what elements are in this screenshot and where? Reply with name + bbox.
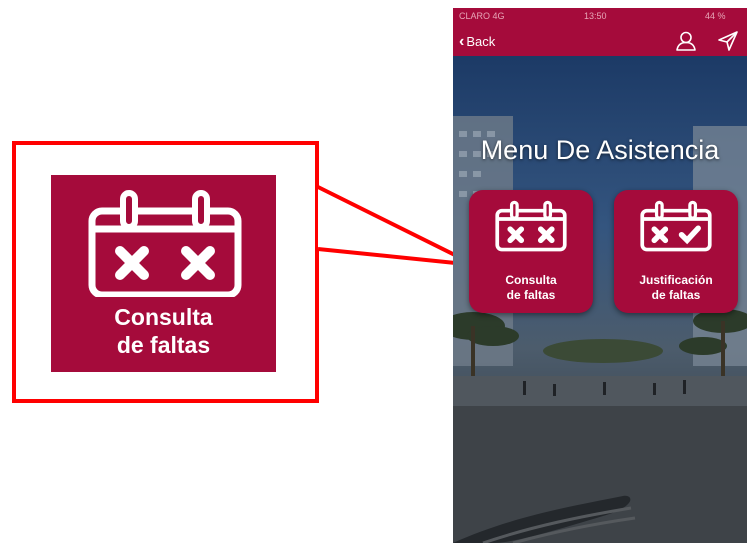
tile-label-line1: Justificación: [639, 273, 713, 287]
send-icon[interactable]: [717, 30, 739, 52]
status-battery: 44 %: [705, 11, 726, 21]
calendar-x-icon: [495, 200, 567, 252]
calendar-x-icon: [88, 190, 242, 297]
status-carrier: CLARO 4G: [459, 11, 505, 21]
user-icon[interactable]: [675, 30, 697, 52]
chevron-left-icon: ‹: [459, 33, 465, 50]
tile-label: Justificación de faltas: [614, 273, 738, 303]
tile-label-line2: de faltas: [651, 288, 701, 302]
zoomed-consulta-tile: Consulta de faltas: [51, 175, 276, 372]
justificacion-faltas-button[interactable]: Justificación de faltas: [614, 190, 738, 313]
nav-bar: ‹ Back: [453, 26, 747, 56]
back-button[interactable]: ‹ Back: [459, 33, 495, 51]
calendar-check-icon: [640, 200, 712, 252]
zoomed-tile-label-line1: Consulta: [114, 304, 213, 330]
consulta-faltas-button[interactable]: Consulta de faltas: [469, 190, 593, 313]
tile-label-line2: de faltas: [506, 288, 556, 302]
status-time: 13:50: [584, 11, 607, 21]
page-title: Menu De Asistencia: [480, 135, 720, 165]
status-bar: CLARO 4G 13:50 44 %: [453, 8, 747, 26]
tile-label: Consulta de faltas: [469, 273, 593, 303]
phone-screen: CLARO 4G 13:50 44 % ‹ Back Menu De Asiste…: [453, 8, 747, 543]
zoomed-tile-label-line2: de faltas: [116, 332, 211, 358]
back-label: Back: [466, 34, 496, 49]
tile-label-line1: Consulta: [505, 273, 557, 287]
zoomed-tile-label: Consulta de faltas: [51, 303, 276, 359]
